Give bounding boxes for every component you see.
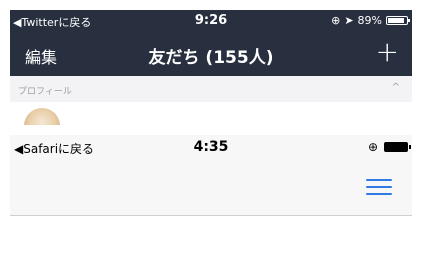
location-arrow-icon: ➤ (344, 14, 354, 27)
rotation-lock-icon: ⊕ (367, 140, 378, 154)
add-friend-button[interactable]: + (376, 38, 399, 66)
nav-bar: 編集 友だち (155人) + (10, 32, 412, 76)
status-icons: ⊕ ➤ 89% (331, 14, 410, 27)
profile-row[interactable] (10, 102, 412, 125)
rotation-lock-icon: ⊕ (331, 14, 341, 27)
list-icon[interactable] (366, 179, 392, 197)
battery-icon (384, 142, 411, 152)
status-time: 4:35 (193, 139, 229, 155)
battery-percent: 89% (357, 14, 382, 27)
chevron-up-icon[interactable]: ^ (392, 82, 400, 93)
avatar[interactable] (24, 108, 60, 125)
safari-screen: ◀Safariに戻る 4:35 ⊕ (10, 135, 412, 215)
section-label: プロフィール (18, 87, 72, 97)
divider (10, 215, 412, 216)
line-friends-screen: ◀Twitterに戻る 9:26 ⊕ ➤ 89% 編集 友だち (155人) +… (10, 10, 412, 125)
battery-fill (388, 18, 404, 23)
page-title: 友だち (155人) (148, 48, 274, 68)
status-bar: ◀Twitterに戻る 9:26 ⊕ ➤ 89% (10, 10, 412, 32)
profile-section-header[interactable]: プロフィール ^ (10, 76, 412, 102)
status-bar: ◀Safariに戻る 4:35 ⊕ (10, 135, 412, 159)
status-icons: ⊕ (367, 140, 411, 154)
battery-icon (386, 16, 410, 25)
